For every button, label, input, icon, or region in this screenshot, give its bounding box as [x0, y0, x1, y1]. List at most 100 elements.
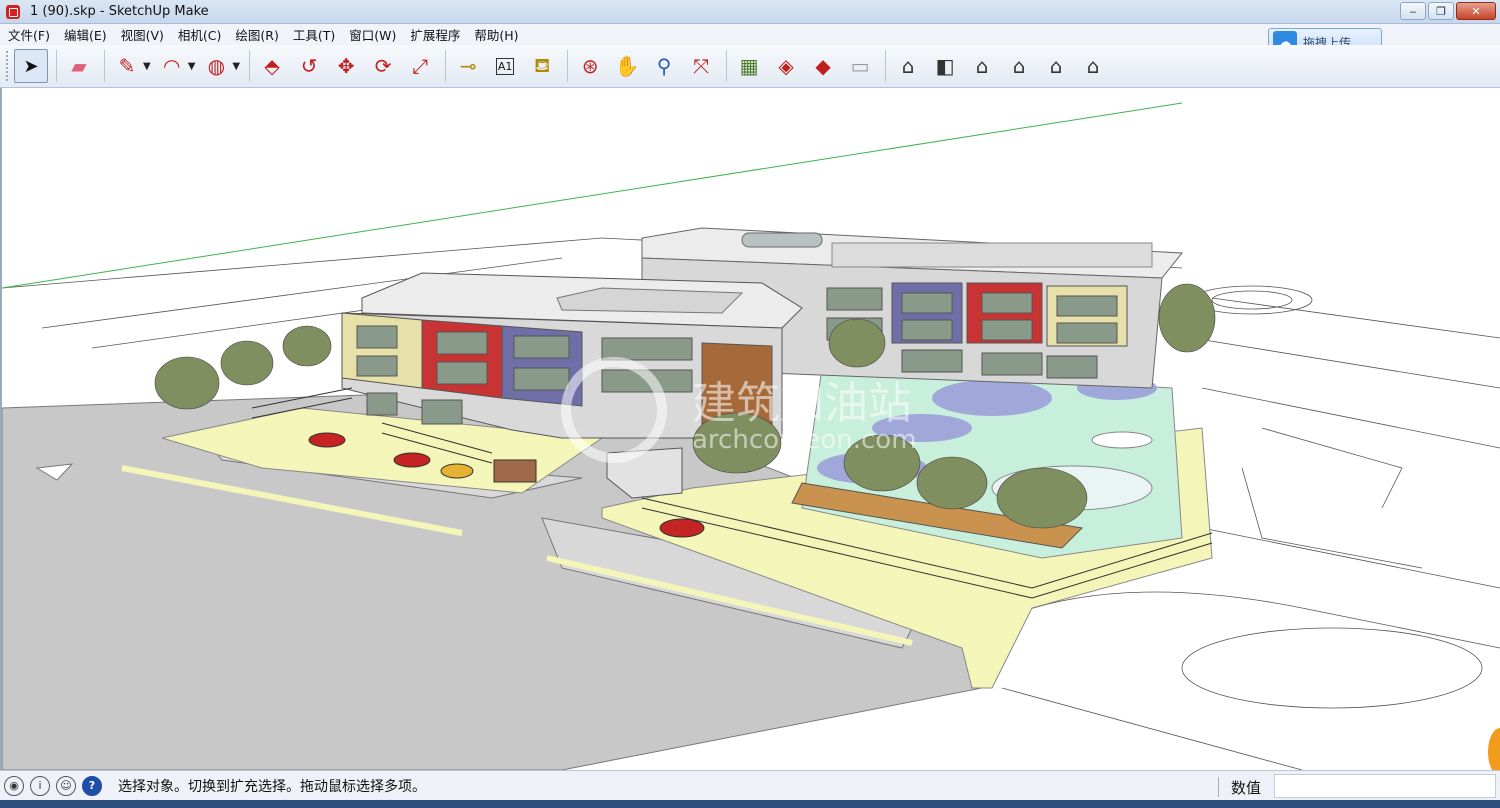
- orbit-tool-button[interactable]: ⊛: [573, 49, 607, 83]
- layout-icon: ▭: [850, 54, 870, 78]
- model-viewport[interactable]: 建筑加油站 archcomeon.com: [0, 88, 1500, 770]
- send-to-layout-button[interactable]: ▭: [843, 49, 877, 83]
- warehouse-icon: ▦: [739, 54, 759, 78]
- select-tool-button[interactable]: ➤: [14, 49, 48, 83]
- push-pull-tool-button[interactable]: ⬘: [255, 49, 289, 83]
- menu-camera[interactable]: 相机(C): [174, 25, 225, 44]
- measurements-label: 数值: [1231, 779, 1262, 797]
- watermark-en: archcomeon.com: [692, 425, 917, 455]
- front-view-button[interactable]: ⌂: [965, 49, 999, 83]
- toolbar-separator: [104, 50, 105, 82]
- pencil-icon: ✎: [118, 54, 136, 78]
- top-view-button[interactable]: ◧: [928, 49, 962, 83]
- tape-measure-tool-button[interactable]: ⊸: [451, 49, 485, 83]
- roof-lattice: [556, 287, 744, 314]
- tape-measure-icon: ⊸: [459, 54, 477, 78]
- yellow-wall: [341, 312, 423, 389]
- sign-wall: [493, 459, 537, 483]
- toolbar-grip[interactable]: [6, 51, 10, 81]
- components-button[interactable]: ◆: [806, 49, 840, 83]
- hand-icon: ✋: [614, 54, 640, 78]
- magnifier-icon: ⚲: [656, 54, 672, 78]
- watermark-cn: 建筑加油站: [692, 378, 912, 429]
- paint-bucket-tool-button[interactable]: ⛾: [525, 49, 559, 83]
- menu-tools[interactable]: 工具(T): [289, 25, 339, 44]
- rotate-tool-button[interactable]: ⟳: [366, 49, 400, 83]
- menu-file[interactable]: 文件(F): [4, 25, 54, 44]
- zoom-extents-tool-button[interactable]: ⤧: [684, 49, 718, 83]
- maximize-button[interactable]: ❐: [1428, 2, 1454, 20]
- window-controls: ‒ ❐ ✕: [1400, 2, 1496, 20]
- minimize-button[interactable]: ‒: [1400, 2, 1426, 20]
- close-button[interactable]: ✕: [1456, 2, 1496, 20]
- toolbar-separator: [885, 50, 887, 82]
- iso-view-button[interactable]: ⌂: [891, 49, 925, 83]
- right-view-button[interactable]: ⌂: [1002, 49, 1036, 83]
- back-view-button[interactable]: ⌂: [1039, 49, 1073, 83]
- push-pull-icon: ⬘: [264, 54, 280, 78]
- component-icon: ◆: [815, 54, 831, 78]
- front-house-icon: ⌂: [975, 54, 989, 78]
- status-bar: ◉ i ☺ ? 选择对象。切换到扩充选择。拖动鼠标选择多项。 数值: [0, 770, 1500, 800]
- iso-house-icon: ⌂: [901, 54, 915, 78]
- eraser-tool-button[interactable]: ▰: [62, 49, 96, 83]
- text-tool-button[interactable]: A1: [488, 49, 522, 83]
- credits-icon[interactable]: i: [30, 775, 50, 796]
- menu-help[interactable]: 帮助(H): [470, 25, 522, 44]
- top-view-icon: ◧: [935, 54, 955, 78]
- toolbar-separator: [567, 50, 569, 82]
- help-icon[interactable]: ?: [82, 775, 102, 796]
- pencil-tool-button[interactable]: ✎: [110, 49, 144, 83]
- toolbar-separator: [249, 50, 251, 82]
- follow-me-icon: ↺: [300, 54, 318, 78]
- toolbar-separator: [56, 50, 57, 82]
- back-house-icon: ⌂: [1049, 54, 1063, 78]
- share-model-icon: ◈: [778, 54, 794, 78]
- roof-skylight: [741, 232, 823, 248]
- sketchup-window: 1 (90).skp - SketchUp Make ‒ ❐ ✕ 文件(F) 编…: [0, 0, 1500, 808]
- sketchup-logo-icon: [6, 4, 20, 19]
- polygon-icon: ◍: [207, 54, 226, 78]
- share-model-button[interactable]: ◈: [769, 49, 803, 83]
- menu-draw[interactable]: 绘图(R): [231, 25, 282, 44]
- roof-panels: [831, 242, 1153, 268]
- left-house-icon: ⌂: [1086, 54, 1100, 78]
- eraser-icon: ▰: [71, 54, 87, 78]
- toolbar-separator: [445, 50, 447, 82]
- status-divider: [1218, 777, 1219, 797]
- left-view-button[interactable]: ⌂: [1076, 49, 1110, 83]
- measurements-input[interactable]: [1274, 774, 1496, 798]
- chevron-down-icon[interactable]: ▼: [188, 61, 196, 72]
- pan-tool-button[interactable]: ✋: [610, 49, 644, 83]
- chevron-down-icon[interactable]: ▼: [143, 61, 151, 72]
- title-bar: 1 (90).skp - SketchUp Make ‒ ❐ ✕: [0, 0, 1500, 24]
- 3d-scene[interactable]: 建筑加油站 archcomeon.com: [2, 88, 1500, 770]
- text-label-icon: A1: [495, 57, 515, 75]
- move-icon: ✥: [337, 54, 355, 78]
- chevron-down-icon[interactable]: ▼: [232, 61, 240, 72]
- menu-view[interactable]: 视图(V): [117, 25, 168, 44]
- menu-window[interactable]: 窗口(W): [345, 25, 400, 44]
- scale-tool-button[interactable]: ⤢: [403, 49, 437, 83]
- status-message: 选择对象。切换到扩充选择。拖动鼠标选择多项。: [118, 778, 426, 795]
- arc-tool-button[interactable]: ◠: [155, 49, 189, 83]
- rotate-icon: ⟳: [374, 54, 392, 78]
- toolbar-separator: [726, 50, 728, 82]
- move-tool-button[interactable]: ✥: [329, 49, 363, 83]
- 3d-warehouse-button[interactable]: ▦: [732, 49, 766, 83]
- follow-me-tool-button[interactable]: ↺: [292, 49, 326, 83]
- menu-edit[interactable]: 编辑(E): [60, 25, 111, 44]
- orbit-icon: ⊛: [581, 54, 599, 78]
- menu-extensions[interactable]: 扩展程序: [406, 25, 464, 44]
- arc-icon: ◠: [162, 54, 181, 78]
- sandpit: [1091, 431, 1153, 449]
- zoom-tool-button[interactable]: ⚲: [647, 49, 681, 83]
- paint-bucket-icon: ⛾: [533, 52, 551, 77]
- shape-tool-button[interactable]: ◍: [199, 49, 233, 83]
- scale-icon: ⤢: [412, 54, 429, 78]
- user-icon[interactable]: ☺: [56, 775, 76, 796]
- geo-location-icon[interactable]: ◉: [4, 775, 24, 796]
- water-pond: [932, 380, 1052, 416]
- window-title: 1 (90).skp - SketchUp Make: [30, 4, 209, 19]
- main-toolbar: ➤ ▰ ✎ ▼ ◠ ▼ ◍ ▼ ⬘ ↺ ✥ ⟳ ⤢ ⊸ A1 ⛾ ⊛ ✋ ⚲ ⤧…: [0, 45, 1500, 88]
